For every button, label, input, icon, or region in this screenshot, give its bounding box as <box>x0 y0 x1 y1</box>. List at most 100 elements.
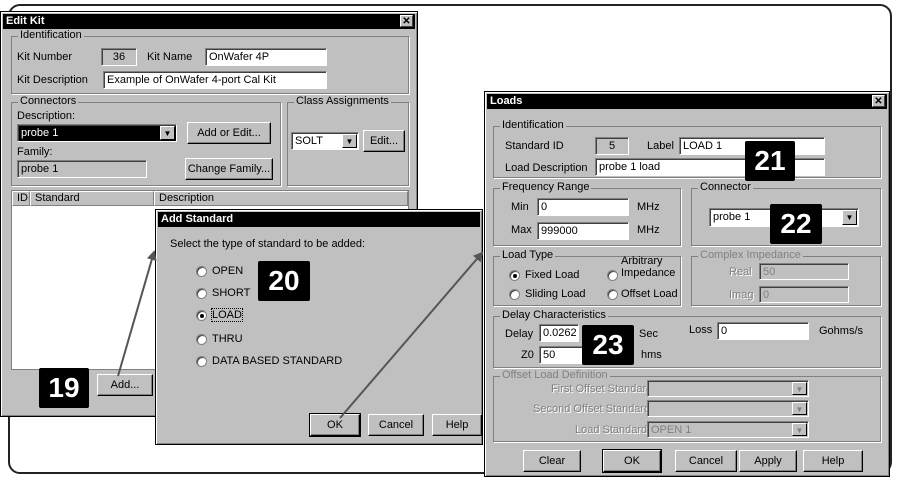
offset-load-definition-label: Offset Load Definition <box>500 369 610 381</box>
chevron-down-icon[interactable]: ▼ <box>160 126 175 140</box>
family-field: probe 1 <box>17 160 147 178</box>
imag-label: Imag <box>729 289 754 301</box>
radio-data-based-standard[interactable] <box>196 356 207 367</box>
max-unit-label: MHz <box>637 224 660 236</box>
edit-kit-titlebar: Edit Kit ✕ <box>3 14 415 29</box>
class-assignments-label: Class Assignments <box>294 95 391 107</box>
delay-characteristics-label: Delay Characteristics <box>500 309 608 321</box>
sliding-load-label[interactable]: Sliding Load <box>525 288 586 300</box>
kit-number-label: Kit Number <box>17 51 73 63</box>
chevron-down-icon[interactable]: ▼ <box>342 134 357 148</box>
frequency-range-label: Frequency Range <box>500 181 592 193</box>
column-header-description[interactable]: Description <box>154 191 408 206</box>
ohms-label: hms <box>641 349 662 361</box>
connector-label: Connector <box>698 181 753 193</box>
add-standard-title: Add Standard <box>161 213 234 225</box>
max-input[interactable]: 999000 <box>537 222 629 240</box>
standard-id-label: Standard ID <box>505 140 564 152</box>
load-standard-select[interactable]: OPEN 1 ▼ <box>647 421 809 438</box>
callout-23: 23 <box>582 325 634 365</box>
arbitrary-label[interactable]: Arbitrary <box>621 255 663 267</box>
offset-load-label[interactable]: Offset Load <box>621 288 678 300</box>
radio-fixed-load[interactable] <box>509 270 520 281</box>
second-offset-select[interactable]: ▼ <box>647 400 809 417</box>
first-offset-select[interactable]: ▼ <box>647 380 809 397</box>
min-input[interactable]: 0 <box>537 198 629 216</box>
radio-thru[interactable] <box>196 334 207 345</box>
family-label: Family: <box>17 146 53 158</box>
edit-kit-title: Edit Kit <box>6 15 45 27</box>
label-label: Label <box>647 140 674 152</box>
loads-cancel-button[interactable]: Cancel <box>675 450 737 472</box>
kit-description-label: Kit Description <box>17 74 88 86</box>
z0-label: Z0 <box>521 349 534 361</box>
add-standard-button[interactable]: Add... <box>97 374 153 396</box>
clear-button[interactable]: Clear <box>523 450 581 472</box>
option-short-label[interactable]: SHORT <box>212 287 250 299</box>
cancel-button[interactable]: Cancel <box>368 414 424 436</box>
load-standard-label: Load Standard <box>575 424 648 436</box>
loads-titlebar: Loads ✕ <box>487 94 887 109</box>
delay-label: Delay <box>505 328 534 340</box>
radio-sliding-load[interactable] <box>509 289 520 300</box>
impedance-label[interactable]: Impedance <box>621 267 675 279</box>
imag-input[interactable]: 0 <box>759 286 849 303</box>
class-select-value: SOLT <box>295 135 323 147</box>
option-thru-label[interactable]: THRU <box>212 333 243 345</box>
change-family-button[interactable]: Change Family... <box>185 158 273 180</box>
loads-help-button[interactable]: Help <box>803 450 863 472</box>
radio-arbitrary-impedance[interactable] <box>607 270 618 281</box>
identification-label: Identification <box>18 29 84 41</box>
add-standard-dialog: Add Standard Select the type of standard… <box>155 209 483 445</box>
option-load-label[interactable]: LOAD <box>211 308 243 322</box>
loads-ok-button[interactable]: OK <box>602 449 662 473</box>
callout-19: 19 <box>39 368 89 408</box>
loss-input[interactable]: 0 <box>717 322 809 340</box>
radio-open[interactable] <box>196 266 207 277</box>
load-type-label: Load Type <box>500 249 556 261</box>
close-icon[interactable]: ✕ <box>400 15 413 27</box>
loads-dialog: Loads ✕ Identification Standard ID 5 Lab… <box>484 91 890 477</box>
option-data-based-standard-label[interactable]: DATA BASED STANDARD <box>212 355 342 367</box>
close-icon[interactable]: ✕ <box>872 95 885 107</box>
complex-impedance-label: Complex Impedance <box>698 249 803 261</box>
add-standard-titlebar: Add Standard <box>158 212 480 227</box>
kit-description-input[interactable]: Example of OnWafer 4-port Cal Kit <box>103 71 327 89</box>
callout-22: 22 <box>770 204 822 244</box>
real-label: Real <box>729 266 752 278</box>
loads-identification-label: Identification <box>500 119 566 131</box>
connectors-label: Connectors <box>18 95 79 107</box>
min-unit-label: MHz <box>637 201 660 213</box>
connector-select[interactable]: probe 1 ▼ <box>17 124 177 142</box>
standard-id-field: 5 <box>595 137 629 155</box>
chevron-down-icon[interactable]: ▼ <box>792 382 807 395</box>
chevron-down-icon[interactable]: ▼ <box>842 210 857 225</box>
load-standard-value: OPEN 1 <box>651 424 692 436</box>
radio-offset-load[interactable] <box>607 289 618 300</box>
help-button[interactable]: Help <box>432 414 482 436</box>
kit-name-input[interactable]: OnWafer 4P <box>205 48 327 66</box>
description-label: Description: <box>17 110 76 122</box>
ok-button[interactable]: OK <box>309 413 361 437</box>
class-select[interactable]: SOLT ▼ <box>291 132 359 150</box>
real-input[interactable]: 50 <box>759 263 849 280</box>
add-or-edit-button[interactable]: Add or Edit... <box>187 122 271 144</box>
column-header-id[interactable]: ID <box>12 191 30 206</box>
chevron-down-icon[interactable]: ▼ <box>792 423 807 436</box>
radio-short[interactable] <box>196 288 207 299</box>
sec-label: Sec <box>639 328 658 340</box>
radio-load[interactable] <box>196 310 207 321</box>
apply-button[interactable]: Apply <box>739 450 797 472</box>
option-open-label[interactable]: OPEN <box>212 265 243 277</box>
column-header-standard[interactable]: Standard <box>30 191 154 206</box>
delay-input[interactable]: 0.0262 <box>539 324 579 342</box>
z0-input[interactable]: 50 <box>539 346 583 364</box>
class-edit-button[interactable]: Edit... <box>363 130 405 152</box>
second-offset-label: Second Offset Standard <box>533 403 651 415</box>
callout-20: 20 <box>258 261 310 301</box>
max-label: Max <box>511 224 532 236</box>
loads-title: Loads <box>490 95 523 107</box>
chevron-down-icon[interactable]: ▼ <box>792 402 807 415</box>
fixed-load-label[interactable]: Fixed Load <box>525 269 579 281</box>
load-description-label: Load Description <box>505 162 588 174</box>
